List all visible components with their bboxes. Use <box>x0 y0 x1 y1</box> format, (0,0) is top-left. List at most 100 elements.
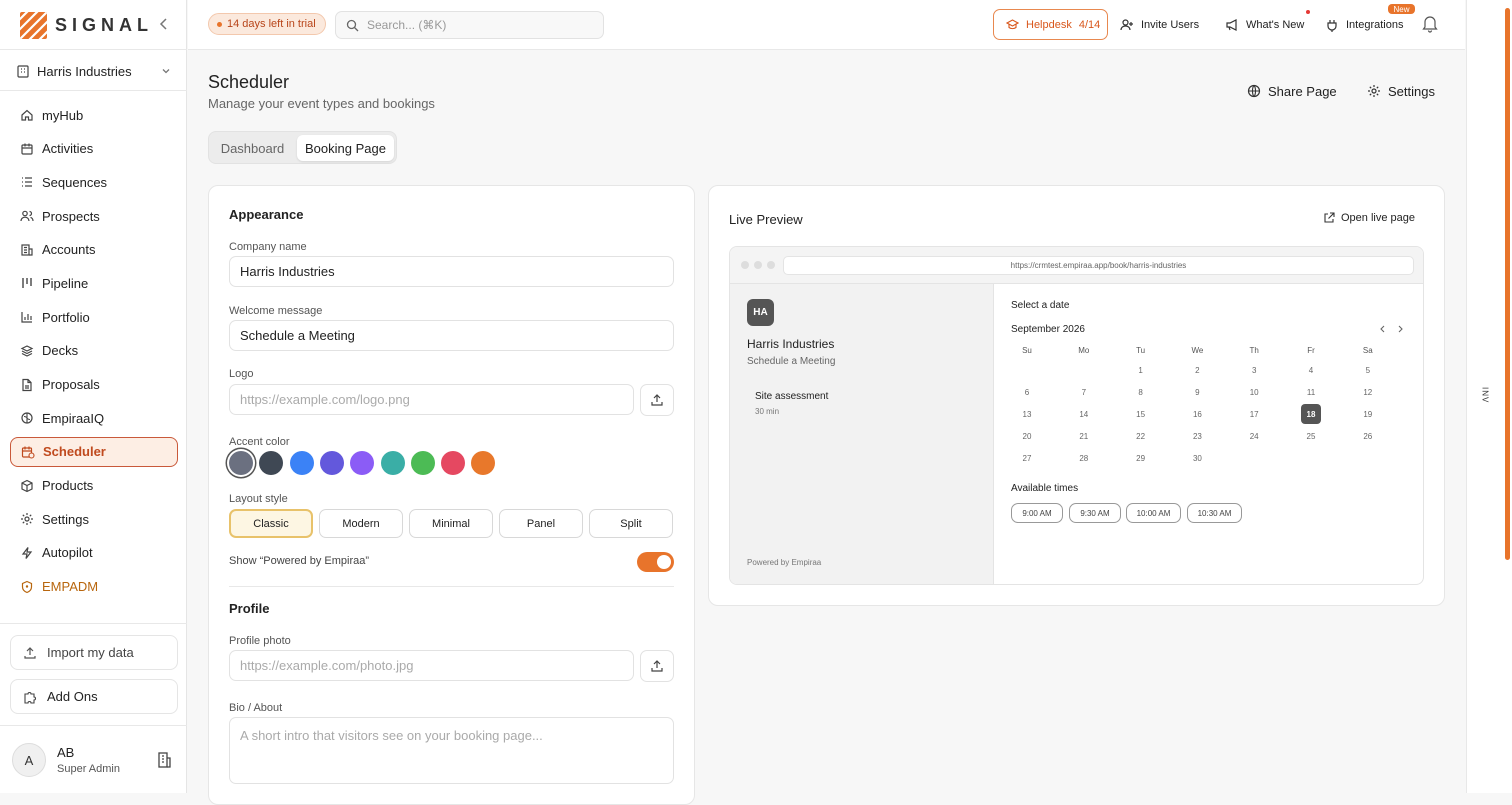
sidebar-item-activities[interactable]: Activities <box>10 134 178 164</box>
calendar-day[interactable]: 21 <box>1074 426 1094 446</box>
calendar-day[interactable]: 1 <box>1131 360 1151 380</box>
calendar-day[interactable]: 26 <box>1358 426 1378 446</box>
layout-minimal-button[interactable]: Minimal <box>409 509 493 538</box>
shield-icon <box>21 580 33 593</box>
sidebar-item-scheduler[interactable]: Scheduler <box>10 436 178 467</box>
calendar-day[interactable]: 11 <box>1301 382 1321 402</box>
layout-split-button[interactable]: Split <box>589 509 673 538</box>
logo-url-field[interactable]: https://example.com/logo.png <box>229 384 634 415</box>
calendar-day[interactable]: 30 <box>1187 448 1207 468</box>
layout-classic-button[interactable]: Classic <box>229 509 313 538</box>
sidebar-item-empiraaiq[interactable]: EmpiraaIQ <box>10 403 178 433</box>
accent-swatch[interactable] <box>289 451 314 475</box>
invite-users-button[interactable]: Invite Users <box>1120 16 1199 34</box>
sidebar-item-prospects[interactable]: Prospects <box>10 201 178 231</box>
bio-textarea[interactable]: A short intro that visitors see on your … <box>229 717 674 784</box>
accent-swatch[interactable] <box>410 451 435 475</box>
sidebar-item-empadm[interactable]: EMPADM <box>10 572 178 602</box>
sidebar-item-settings[interactable]: Settings <box>10 504 178 534</box>
calendar-day[interactable]: 3 <box>1244 360 1264 380</box>
calendar-day[interactable]: 2 <box>1187 360 1207 380</box>
sidebar-item-accounts[interactable]: Accounts <box>10 235 178 265</box>
calendar-day[interactable]: 29 <box>1131 448 1151 468</box>
chevron-left-icon[interactable] <box>1378 324 1388 334</box>
profile-photo-field[interactable]: https://example.com/photo.jpg <box>229 650 634 681</box>
user-profile[interactable]: A AB Super Admin <box>12 743 177 777</box>
powered-by-toggle[interactable] <box>637 552 674 572</box>
calendar-day[interactable]: 10 <box>1244 382 1264 402</box>
company-name-field[interactable]: Harris Industries <box>229 256 674 287</box>
sidebar-item-autopilot[interactable]: Autopilot <box>10 538 178 568</box>
welcome-message-field[interactable]: Schedule a Meeting <box>229 320 674 351</box>
calendar-day[interactable]: 28 <box>1074 448 1094 468</box>
settings-button[interactable]: Settings <box>1367 82 1435 100</box>
calendar-day[interactable]: 5 <box>1358 360 1378 380</box>
sidebar-item-pipeline[interactable]: Pipeline <box>10 268 178 298</box>
sidebar-item-sequences[interactable]: Sequences <box>10 167 178 197</box>
calendar-day[interactable]: 25 <box>1301 426 1321 446</box>
accent-swatch[interactable] <box>380 451 405 475</box>
upload-icon <box>651 394 663 406</box>
open-live-page-link[interactable]: Open live page <box>1323 212 1415 224</box>
sidebar-item-decks[interactable]: Decks <box>10 336 178 366</box>
page-title: Scheduler <box>208 72 290 92</box>
org-switcher[interactable]: Harris Industries <box>16 60 172 82</box>
sidebar-item-proposals[interactable]: Proposals <box>10 370 178 400</box>
accent-swatch[interactable] <box>229 451 253 475</box>
sidebar-item-portfolio[interactable]: Portfolio <box>10 302 178 332</box>
accent-swatch[interactable] <box>350 451 375 475</box>
time-slot-button[interactable]: 9:00 AM <box>1011 503 1063 523</box>
time-slot-button[interactable]: 10:00 AM <box>1126 503 1181 523</box>
accent-swatch[interactable] <box>441 451 466 475</box>
calendar-day[interactable]: 18 <box>1301 404 1321 424</box>
calendar-day[interactable]: 8 <box>1131 382 1151 402</box>
sidebar-nav: myHub Activities Sequences Prospects Account… <box>10 100 178 605</box>
whats-new-button[interactable]: What's New <box>1225 16 1304 34</box>
layout-panel-button[interactable]: Panel <box>499 509 583 538</box>
event-name[interactable]: Site assessment <box>755 391 828 402</box>
calendar-day[interactable]: 23 <box>1187 426 1207 446</box>
building-icon <box>17 65 29 78</box>
calendar-day[interactable]: 7 <box>1074 382 1094 402</box>
bell-icon[interactable] <box>1422 15 1438 33</box>
building-switch-icon[interactable] <box>155 751 173 769</box>
calendar-day[interactable]: 24 <box>1244 426 1264 446</box>
calendar-day[interactable]: 13 <box>1017 404 1037 424</box>
calendar-day[interactable]: 16 <box>1187 404 1207 424</box>
scrollbar-thumb[interactable] <box>1505 8 1510 560</box>
side-tab[interactable]: INV <box>1478 377 1492 413</box>
calendar-day[interactable]: 22 <box>1131 426 1151 446</box>
photo-upload-button[interactable] <box>640 650 674 682</box>
integrations-button[interactable]: Integrations <box>1325 16 1403 34</box>
logo-upload-button[interactable] <box>640 384 674 416</box>
calendar-day[interactable]: 17 <box>1244 404 1264 424</box>
share-page-button[interactable]: Share Page <box>1247 82 1337 100</box>
search-input[interactable]: Search... (⌘K) <box>335 11 604 39</box>
sidebar-item-label: Proposals <box>42 377 100 392</box>
import-data-button[interactable]: Import my data <box>10 635 178 670</box>
calendar-icon <box>21 143 33 155</box>
calendar-day[interactable]: 19 <box>1358 404 1378 424</box>
calendar-day[interactable]: 15 <box>1131 404 1151 424</box>
layout-modern-button[interactable]: Modern <box>319 509 403 538</box>
calendar-day[interactable]: 9 <box>1187 382 1207 402</box>
calendar-day[interactable]: 27 <box>1017 448 1037 468</box>
trial-badge[interactable]: 14 days left in trial <box>208 13 326 35</box>
chevron-right-icon[interactable] <box>1395 324 1405 334</box>
brand-logo[interactable]: SIGNAL <box>20 11 153 39</box>
calendar-day[interactable]: 14 <box>1074 404 1094 424</box>
collapse-sidebar-icon[interactable] <box>156 16 172 32</box>
tab-dashboard[interactable]: Dashboard <box>214 135 291 161</box>
helpdesk-button[interactable]: Helpdesk 4/14 <box>993 9 1108 40</box>
calendar-day[interactable]: 12 <box>1358 382 1378 402</box>
tab-booking-page[interactable]: Booking Page <box>297 135 394 161</box>
sidebar-item-myhub[interactable]: myHub <box>10 100 178 130</box>
calendar-day[interactable]: 6 <box>1017 382 1037 402</box>
time-slot-button[interactable]: 10:30 AM <box>1187 503 1242 523</box>
sidebar-item-products[interactable]: Products <box>10 471 178 501</box>
time-slot-button[interactable]: 9:30 AM <box>1069 503 1121 523</box>
calendar-day[interactable]: 20 <box>1017 426 1037 446</box>
accent-swatch[interactable] <box>319 451 344 475</box>
add-ons-button[interactable]: Add Ons <box>10 679 178 714</box>
calendar-day[interactable]: 4 <box>1301 360 1321 380</box>
